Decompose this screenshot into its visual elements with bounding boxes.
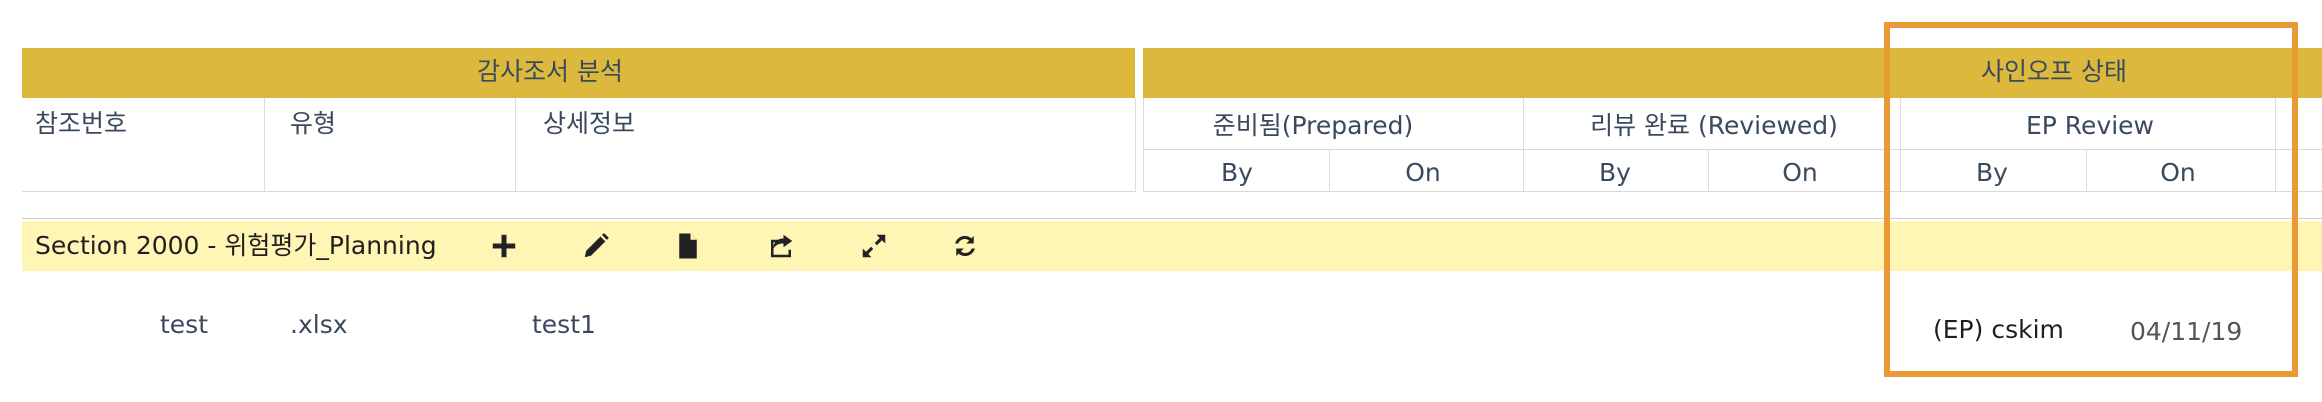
divider	[515, 98, 516, 192]
divider	[1135, 98, 1136, 192]
section-title[interactable]: Section 2000 - 위험평가_Planning	[35, 233, 437, 258]
column-header-prepared[interactable]: 준비됨(Prepared)	[1213, 113, 1413, 138]
divider	[1329, 149, 1330, 192]
subheader-prepared-on[interactable]: On	[1405, 160, 1441, 185]
document-icon[interactable]	[671, 229, 705, 263]
subheader-reviewed-on[interactable]: On	[1782, 160, 1818, 185]
column-header-ref-no[interactable]: 참조번호	[35, 111, 127, 136]
share-icon[interactable]	[764, 229, 798, 263]
refresh-icon[interactable]	[948, 229, 982, 263]
expand-icon[interactable]	[857, 229, 891, 263]
column-header-type[interactable]: 유형	[290, 111, 336, 136]
row-ref-no[interactable]: test	[160, 312, 208, 337]
row-type: .xlsx	[290, 310, 348, 339]
audit-analysis-title: 감사조서 분석	[477, 57, 623, 86]
divider	[1523, 98, 1524, 192]
divider	[264, 98, 265, 192]
row-detail[interactable]: test1	[532, 312, 596, 337]
column-header-detail[interactable]: 상세정보	[543, 111, 635, 136]
divider	[22, 191, 1135, 192]
highlight-frame	[1884, 22, 2298, 377]
divider	[1708, 149, 1709, 192]
subheader-prepared-by[interactable]: By	[1221, 160, 1253, 185]
divider	[1143, 98, 1144, 192]
subheader-reviewed-by[interactable]: By	[1599, 160, 1631, 185]
column-header-reviewed[interactable]: 리뷰 완료 (Reviewed)	[1590, 113, 1838, 138]
edit-icon[interactable]	[579, 229, 613, 263]
add-icon[interactable]	[487, 229, 521, 263]
